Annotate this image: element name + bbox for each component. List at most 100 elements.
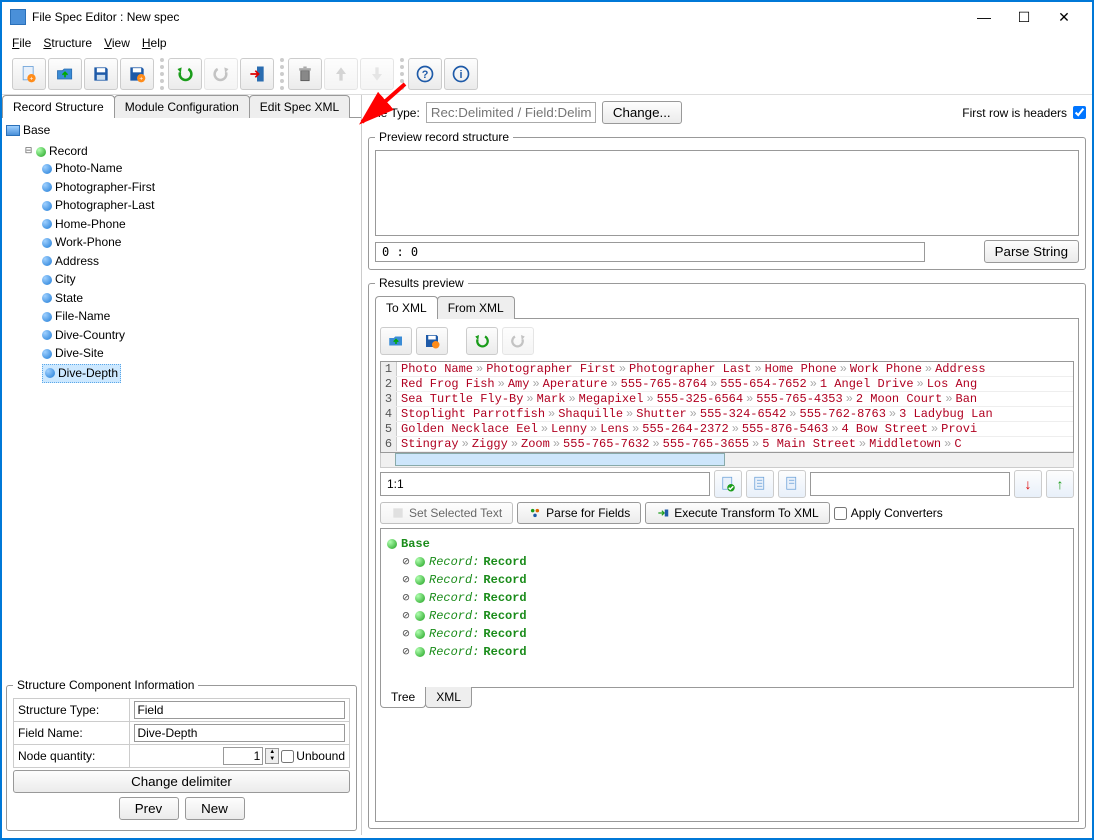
delete-button[interactable] (288, 58, 322, 90)
structure-type-value (134, 701, 345, 719)
tree-field[interactable]: Dive-Depth (58, 365, 118, 382)
preview-position: 0 : 0 (375, 242, 925, 262)
result-tree[interactable]: Base⊘Record: Record⊘Record: Record⊘Recor… (380, 528, 1074, 688)
results-legend: Results preview (375, 276, 468, 290)
empty-status (810, 472, 1010, 496)
tab-to-xml[interactable]: To XML (375, 296, 438, 319)
doc2-icon[interactable] (778, 470, 806, 498)
svg-text:?: ? (422, 69, 429, 81)
change-delimiter-button[interactable]: Change delimiter (13, 770, 350, 793)
tree-field[interactable]: Home-Phone (55, 216, 126, 233)
structure-info-legend: Structure Component Information (13, 678, 198, 692)
results-save-button[interactable] (416, 327, 448, 355)
results-open-button[interactable] (380, 327, 412, 355)
save-button[interactable] (84, 58, 118, 90)
preview-record-group: Preview record structure 0 : 0 Parse Str… (368, 130, 1086, 270)
app-icon (10, 9, 26, 25)
execute-transform-button[interactable]: Execute Transform To XML (645, 502, 830, 524)
h-scrollbar[interactable] (380, 453, 1074, 468)
tab-module-configuration[interactable]: Module Configuration (114, 95, 250, 118)
field-icon (42, 219, 52, 229)
minimize-button[interactable]: — (964, 3, 1004, 31)
node-qty-label: Node quantity: (14, 745, 130, 768)
close-button[interactable]: ✕ (1044, 3, 1084, 31)
save-as-button[interactable]: + (120, 58, 154, 90)
file-type-input (426, 102, 596, 123)
data-grid[interactable]: 1Photo Name»Photographer First»Photograp… (380, 361, 1074, 453)
tab-from-xml[interactable]: From XML (437, 296, 515, 319)
field-icon (42, 238, 52, 248)
field-icon (42, 330, 52, 340)
expand-icon[interactable]: ⊟ (24, 147, 33, 156)
open-button[interactable] (48, 58, 82, 90)
tree-field[interactable]: Address (55, 253, 99, 270)
tree-field[interactable]: Photographer-Last (55, 197, 154, 214)
tree-field[interactable]: City (55, 271, 76, 288)
node-qty-spinner[interactable]: ▲▼ (265, 748, 279, 764)
tree-root[interactable]: Base (23, 122, 50, 139)
structure-tree[interactable]: Base ⊟ Record Photo-Name Photographer-Firs… (6, 122, 357, 383)
svg-text:i: i (459, 69, 462, 81)
bottom-tab-tree[interactable]: Tree (380, 687, 426, 708)
arrow-up-icon[interactable]: ↑ (1046, 470, 1074, 498)
tree-field[interactable]: Photographer-First (55, 179, 155, 196)
menu-bar: File Structure View Help (2, 32, 1092, 54)
apply-converters-label: Apply Converters (851, 506, 943, 520)
tree-field[interactable]: Photo-Name (55, 160, 122, 177)
results-preview-group: Results preview To XML From XML 1Photo N… (368, 276, 1086, 829)
results-undo-button[interactable] (466, 327, 498, 355)
tab-record-structure[interactable]: Record Structure (2, 95, 115, 118)
record-icon (36, 147, 46, 157)
arrow-down-icon[interactable]: ↓ (1014, 470, 1042, 498)
main-toolbar: + + ? i (2, 54, 1092, 95)
field-icon (42, 201, 52, 211)
tree-field[interactable]: State (55, 290, 83, 307)
new-field-button[interactable]: New (185, 797, 245, 820)
menu-help[interactable]: Help (138, 34, 171, 52)
node-qty-input[interactable] (223, 747, 263, 765)
tree-field[interactable]: Dive-Country (55, 327, 125, 344)
svg-text:+: + (30, 76, 34, 83)
structure-type-label: Structure Type: (14, 699, 130, 722)
first-row-headers-label: First row is headers (962, 106, 1067, 120)
doc1-icon[interactable] (746, 470, 774, 498)
first-row-headers-checkbox[interactable] (1073, 106, 1086, 119)
apply-converters-checkbox[interactable] (834, 507, 847, 520)
info-button[interactable]: i (444, 58, 478, 90)
set-selected-button: Set Selected Text (380, 502, 513, 524)
exit-button[interactable] (240, 58, 274, 90)
parse-string-button[interactable]: Parse String (984, 240, 1079, 263)
field-icon (42, 293, 52, 303)
field-icon (42, 349, 52, 359)
change-filetype-button[interactable]: Change... (602, 101, 682, 124)
tree-field[interactable]: Work-Phone (55, 234, 121, 251)
tree-field[interactable]: Dive-Site (55, 345, 104, 362)
svg-text:+: + (139, 76, 143, 83)
bottom-tab-xml[interactable]: XML (425, 687, 472, 708)
unbound-checkbox[interactable] (281, 750, 294, 763)
field-name-input[interactable] (134, 724, 345, 742)
menu-file[interactable]: File (8, 34, 35, 52)
doc-ok-icon[interactable] (714, 470, 742, 498)
new-button[interactable]: + (12, 58, 46, 90)
main-tabs: Record Structure Module Configuration Ed… (2, 95, 361, 118)
field-icon (42, 182, 52, 192)
tree-record[interactable]: Record (49, 143, 88, 160)
field-icon (42, 256, 52, 266)
menu-view[interactable]: View (100, 34, 134, 52)
parse-fields-button[interactable]: Parse for Fields (517, 502, 641, 524)
tab-edit-spec-xml[interactable]: Edit Spec XML (249, 95, 350, 118)
field-icon (42, 164, 52, 174)
structure-info-panel: Structure Component Information Structur… (6, 678, 357, 831)
menu-structure[interactable]: Structure (39, 34, 96, 52)
preview-legend: Preview record structure (375, 130, 513, 144)
field-icon (45, 368, 55, 378)
maximize-button[interactable]: ☐ (1004, 3, 1044, 31)
title-bar: File Spec Editor : New spec — ☐ ✕ (2, 2, 1092, 32)
prev-button[interactable]: Prev (119, 797, 179, 820)
undo-button[interactable] (168, 58, 202, 90)
tree-field[interactable]: File-Name (55, 308, 110, 325)
move-up-button (324, 58, 358, 90)
preview-textarea[interactable] (375, 150, 1079, 236)
field-icon (42, 312, 52, 322)
